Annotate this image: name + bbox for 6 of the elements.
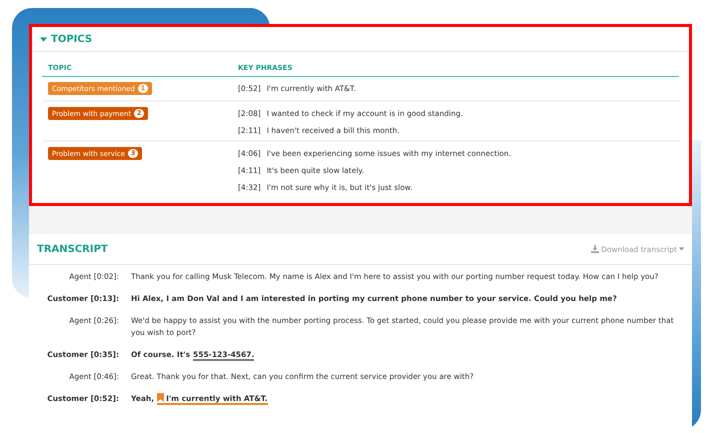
caret-icon (679, 247, 684, 251)
section-title: TOPICS (51, 34, 92, 44)
section-title: TRANSCRIPT (37, 244, 108, 254)
download-icon (591, 245, 600, 253)
caret-icon[interactable] (40, 36, 47, 42)
bookmark-icon[interactable] (157, 393, 164, 402)
